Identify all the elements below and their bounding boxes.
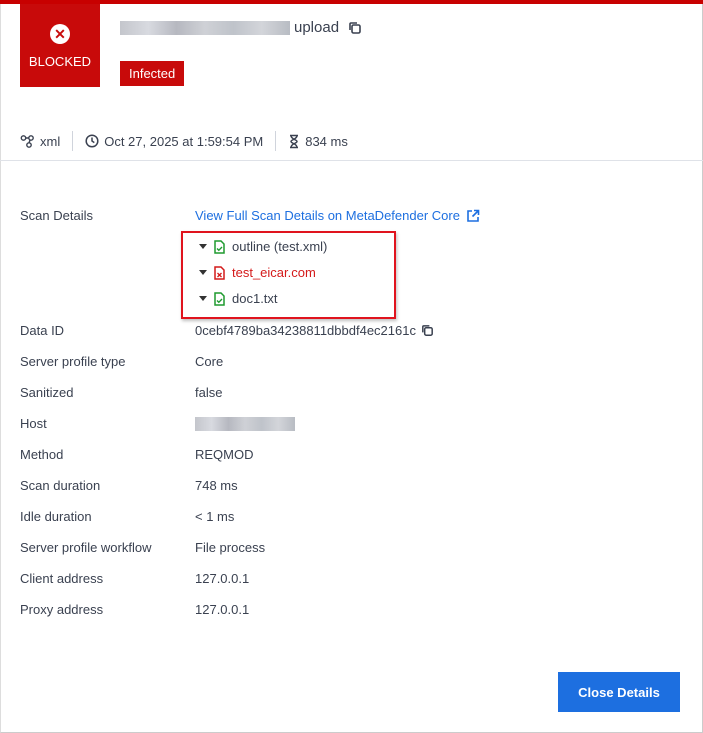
row-label: Data ID — [20, 323, 65, 338]
hourglass-icon — [290, 134, 299, 148]
tree-node-label: doc1.txt — [232, 291, 278, 306]
row-label: Scan duration — [20, 478, 101, 493]
row-value: 127.0.0.1 — [195, 571, 250, 586]
file-name-suffix: upload — [294, 19, 340, 36]
row-label: Server profile workflow — [20, 540, 152, 555]
row-value: 0cebf4789ba34238811dbbdf4ec2161c — [195, 323, 416, 338]
row-value: 127.0.0.1 — [195, 602, 250, 617]
file-name: upload — [120, 19, 363, 36]
status-label: BLOCKED — [28, 54, 92, 69]
redacted-host — [195, 416, 295, 431]
tree-node-label: test_eicar.com — [232, 265, 316, 280]
copy-icon[interactable] — [420, 323, 435, 338]
divider — [72, 131, 74, 151]
caret-down-icon[interactable] — [199, 244, 207, 249]
row-value: false — [195, 385, 223, 400]
caret-down-icon[interactable] — [199, 270, 207, 275]
detail-row: Proxy address 127.0.0.1 — [20, 602, 249, 617]
clock-icon — [85, 134, 99, 148]
row-label: Sanitized — [20, 385, 74, 400]
file-clean-icon — [214, 291, 225, 306]
meta-bar: xml Oct 27, 2025 at 1:59:54 PM 834 ms — [20, 131, 348, 151]
tree-node[interactable]: outline (test.xml) — [199, 239, 327, 254]
row-value: Core — [195, 354, 224, 369]
row-label: Idle duration — [20, 509, 92, 524]
row-value: REQMOD — [195, 447, 254, 462]
divider — [0, 160, 703, 161]
detail-row: Sanitized false — [20, 385, 222, 400]
detail-row: Method REQMOD — [20, 447, 254, 462]
timestamp: Oct 27, 2025 at 1:59:54 PM — [104, 133, 264, 149]
row-label: Client address — [20, 571, 104, 586]
file-clean-icon — [214, 239, 225, 254]
close-circle-icon: ✕ — [50, 24, 70, 44]
external-link-icon[interactable] — [466, 209, 480, 223]
close-details-button[interactable]: Close Details — [558, 672, 680, 712]
row-label: Server profile type — [20, 354, 126, 369]
row-label: Host — [20, 416, 47, 431]
row-label: Scan Details — [20, 208, 93, 223]
blocked-tile: ✕ BLOCKED — [20, 4, 100, 87]
duration: 834 ms — [305, 133, 348, 149]
scan-link-text[interactable]: View Full Scan Details on MetaDefender C… — [195, 208, 460, 223]
row-label: Method — [20, 447, 64, 462]
file-infected-icon — [214, 265, 225, 280]
scan-details-link[interactable]: View Full Scan Details on MetaDefender C… — [195, 208, 480, 223]
tree-node[interactable]: doc1.txt — [199, 291, 278, 306]
divider — [275, 131, 277, 151]
detail-row: Server profile type Core — [20, 354, 223, 369]
caret-down-icon[interactable] — [199, 296, 207, 301]
redacted-file-prefix — [120, 20, 290, 35]
verdict-badge: Infected — [120, 61, 185, 86]
row-value: 748 ms — [195, 478, 238, 493]
row-label: Proxy address — [20, 602, 104, 617]
detail-row: Idle duration < 1 ms — [20, 509, 234, 524]
file-tree: outline (test.xml) test_eicar.com doc1.t… — [181, 231, 396, 319]
file-type: xml — [40, 133, 61, 149]
tree-node-label: outline (test.xml) — [232, 239, 328, 254]
tree-node[interactable]: test_eicar.com — [199, 265, 316, 280]
scan-details-row: Scan Details View Full Scan Details on M… — [20, 208, 480, 223]
detail-row-data-id: Data ID 0cebf4789ba34238811dbbdf4ec2161c — [20, 323, 435, 338]
detail-row: Client address 127.0.0.1 — [20, 571, 249, 586]
status-bar — [0, 0, 703, 4]
copy-icon[interactable] — [347, 20, 363, 36]
row-value: File process — [195, 540, 266, 555]
row-value: < 1 ms — [195, 509, 235, 524]
file-type-icon — [20, 135, 34, 148]
detail-row: Scan duration 748 ms — [20, 478, 238, 493]
detail-row-host: Host — [20, 416, 295, 431]
detail-row: Server profile workflow File process — [20, 540, 265, 555]
